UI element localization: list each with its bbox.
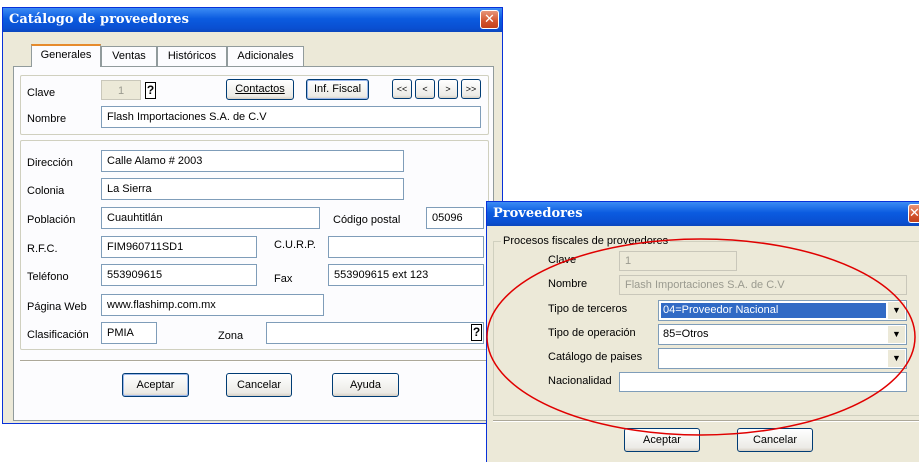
fax-field[interactable]: 553909615 ext 123 [328,264,484,286]
inf-fiscal-label: Inf. Fiscal [313,83,362,95]
nacionalidad-label: Nacionalidad [548,375,612,387]
cancelar-button[interactable]: Cancelar [226,373,292,397]
curp-field[interactable] [328,236,484,258]
colonia-field[interactable]: La Sierra [101,178,404,200]
catalogo-paises-value [661,351,886,366]
tipo-terceros-label: Tipo de terceros [548,303,628,315]
clave-lookup-button[interactable]: ? [145,82,156,99]
codigo-postal-field[interactable]: 05096 [426,207,484,229]
poblacion-field[interactable]: Cuauhtitlán [101,207,320,229]
clave-label: Clave [27,87,56,99]
nombre-label: Nombre [27,113,67,125]
fiscal-nombre-label: Nombre [548,278,588,290]
fiscal-clave-label: Clave [548,254,577,266]
telefono-field[interactable]: 553909615 [101,264,257,286]
tipo-operacion-value: 85=Otros [663,328,709,340]
tipo-terceros-chevron-down-icon[interactable]: ▼ [888,302,905,319]
contactos-label: Contactos [235,83,285,95]
tab-adicionales[interactable]: Adicionales [227,46,304,66]
inf-fiscal-button[interactable]: Inf. Fiscal [306,79,369,100]
nav-last-button[interactable]: >> [461,79,481,99]
clasificacion-label: Clasificación [27,329,89,341]
tab-generales[interactable]: Generales [31,44,101,67]
nav-prev-button[interactable]: < [415,79,435,99]
nav-next-button[interactable]: > [438,79,458,99]
fiscal-cancelar-label: Cancelar [752,434,798,446]
tipo-operacion-chevron-down-icon[interactable]: ▼ [888,326,905,343]
tipo-terceros-select[interactable]: 04=Proveedor Nacional ▼ [658,300,907,321]
zona-label: Zona [218,330,244,342]
clasificacion-field[interactable]: PMIA [101,322,157,344]
header-panel: Clave 1 ? Contactos Inf. Fiscal << < > >… [20,75,489,135]
zona-lookup-button[interactable]: ? [471,324,482,341]
fiscal-aceptar-label: Aceptar [643,434,681,446]
aceptar-label: Aceptar [136,379,175,391]
catalogo-proveedores-window: Catálogo de proveedores ✕ Generales Vent… [2,7,503,424]
ayuda-button[interactable]: Ayuda [332,373,399,397]
tab-page-generales: Clave 1 ? Contactos Inf. Fiscal << < > >… [13,66,494,421]
codigo-postal-label: Código postal [333,214,401,226]
fiscal-close-icon[interactable]: ✕ [908,204,919,223]
aceptar-button[interactable]: Aceptar [122,373,189,397]
direccion-field[interactable]: Calle Alamo # 2003 [101,150,404,172]
pagina-web-field[interactable]: www.flashimp.com.mx [101,294,324,316]
main-close-icon[interactable]: ✕ [480,10,499,29]
zona-field[interactable] [266,322,484,344]
fax-label: Fax [274,273,293,285]
tipo-terceros-value: 04=Proveedor Nacional [661,303,886,318]
nav-first-button[interactable]: << [392,79,412,99]
fiscal-footer-separator [493,420,919,422]
main-title-bar[interactable]: Catálogo de proveedores [3,8,502,32]
colonia-label: Colonia [27,185,65,197]
fiscal-aceptar-button[interactable]: Aceptar [624,428,700,452]
catalogo-paises-select[interactable]: ▼ [658,348,907,369]
fiscal-title-bar[interactable]: Proveedores [487,202,919,226]
catalogo-paises-label: Catálogo de paises [548,351,643,363]
direccion-label: Dirección [27,157,73,169]
fiscal-cancelar-button[interactable]: Cancelar [737,428,813,452]
tipo-operacion-label: Tipo de operación [548,327,636,339]
fiscal-nombre-field[interactable]: Flash Importaciones S.A. de C.V [619,275,907,295]
pagina-web-label: Página Web [27,301,87,313]
catalogo-paises-chevron-down-icon[interactable]: ▼ [888,350,905,367]
nombre-field[interactable]: Flash Importaciones S.A. de C.V [101,106,481,128]
rfc-label: R.F.C. [27,243,58,255]
fiscal-clave-field[interactable]: 1 [619,251,737,271]
contactos-button[interactable]: Contactos [226,79,294,100]
rfc-field[interactable]: FIM960711SD1 [101,236,257,258]
footer-separator [20,360,489,362]
curp-label: C.U.R.P. [274,239,316,251]
tab-historicos[interactable]: Históricos [157,46,227,66]
fiscal-group-title: Procesos fiscales de proveedores [501,235,671,247]
fiscal-window-title: Proveedores [493,206,583,221]
poblacion-label: Población [27,214,76,226]
tab-ventas[interactable]: Ventas [101,46,157,66]
main-window-title: Catálogo de proveedores [9,12,189,27]
proveedores-fiscal-window: Proveedores ✕ Procesos fiscales de prove… [486,201,919,462]
ayuda-label: Ayuda [350,379,381,391]
details-panel: Dirección Calle Alamo # 2003 Colonia La … [20,140,489,350]
tipo-operacion-select[interactable]: 85=Otros ▼ [658,324,907,345]
telefono-label: Teléfono [27,271,69,283]
cancelar-label: Cancelar [236,379,282,391]
clave-value: 1 [117,85,125,97]
clave-field[interactable]: 1 [101,80,141,100]
nacionalidad-field[interactable] [619,372,907,392]
